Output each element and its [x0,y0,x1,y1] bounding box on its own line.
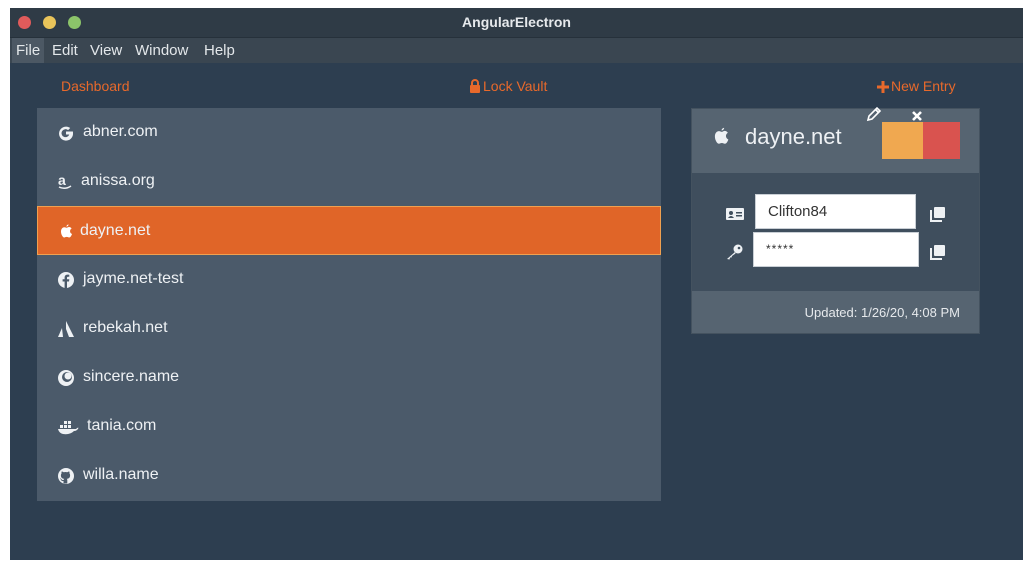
entry-detail-panel: dayne.net Clifton84 ***** Updated: 1/26/… [691,106,980,334]
detail-title: dayne.net [745,124,842,149]
docker-icon [57,418,79,436]
updated-timestamp: Updated: 1/26/20, 4:08 PM [804,305,960,320]
apple-icon [58,223,76,241]
lock-vault-link[interactable]: Lock Vault [469,78,547,96]
delete-button[interactable] [912,111,960,159]
username-field[interactable]: Clifton84 [755,194,916,229]
list-item[interactable]: tania.com [37,402,661,451]
list-item-label: anissa.org [81,172,155,189]
list-item-selected[interactable]: dayne.net [37,206,661,255]
menu-file[interactable]: File [12,38,45,63]
list-item-label: dayne.net [80,222,151,239]
plus-icon [877,80,889,96]
menu-edit[interactable]: Edit [48,38,82,63]
svg-text:a: a [58,173,66,188]
credentials-section: Clifton84 ***** [692,173,979,291]
menu-help[interactable]: Help [200,38,239,63]
new-entry-link[interactable]: New Entry [877,78,956,96]
dashboard-label: Dashboard [61,78,130,94]
menu-window[interactable]: Window [131,38,192,63]
edit-button[interactable] [866,106,923,159]
google-icon [57,124,75,142]
copy-username-icon[interactable] [930,206,946,222]
list-item-label: jayme.net-test [83,270,184,287]
firefox-icon [57,369,75,387]
list-item[interactable]: rebekah.net [37,304,661,353]
list-item[interactable]: jayme.net-test [37,255,661,304]
list-item[interactable]: sincere.name [37,353,661,402]
facebook-icon [57,271,75,289]
list-item[interactable]: a anissa.org [37,157,661,206]
id-card-icon [725,206,745,222]
atlassian-icon [57,320,75,338]
menu-view[interactable]: View [86,38,126,63]
copy-password-icon[interactable] [930,244,946,260]
list-item-label: rebekah.net [83,319,168,336]
window-title: AngularElectron [462,14,571,30]
list-item-label: willa.name [83,466,159,483]
lock-icon [469,79,481,96]
app-window: AngularElectron File Edit View Window He… [10,8,1023,560]
menu-bar: File Edit View Window Help [10,38,1023,63]
entry-list: abner.com a anissa.org dayne.net jayme.n… [37,108,661,501]
list-item[interactable]: abner.com [37,108,661,157]
dashboard-link[interactable]: Dashboard [61,78,130,94]
list-item-label: sincere.name [83,368,180,385]
amazon-icon: a [57,172,75,191]
apple-icon [711,126,731,148]
list-item[interactable]: willa.name [37,451,661,500]
lock-vault-label: Lock Vault [483,78,548,94]
list-item-label: abner.com [83,123,158,140]
password-field[interactable]: ***** [753,232,919,267]
detail-header: dayne.net [692,106,979,173]
detail-footer: Updated: 1/26/20, 4:08 PM [692,291,979,333]
key-icon [725,244,745,260]
github-icon [57,467,75,485]
title-bar: AngularElectron [10,8,1023,38]
list-item-label: tania.com [87,417,157,434]
new-entry-label: New Entry [891,78,956,94]
